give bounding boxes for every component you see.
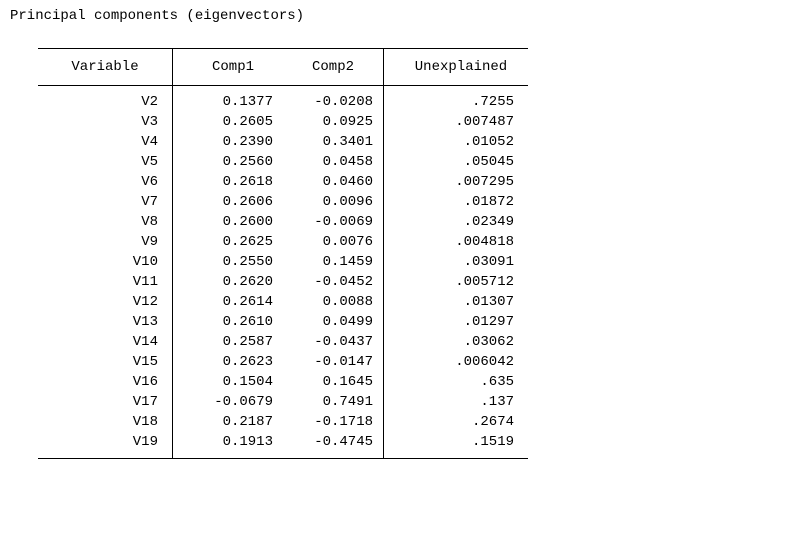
table-row: V130.26100.0499.01297 — [38, 312, 528, 332]
cell-comp1: 0.2587 — [173, 332, 284, 352]
cell-unexplained: .006042 — [384, 352, 529, 372]
col-header-comp2: Comp2 — [283, 49, 384, 86]
cell-comp2: 0.7491 — [283, 392, 384, 412]
cell-comp2: -0.0437 — [283, 332, 384, 352]
cell-unexplained: .005712 — [384, 272, 529, 292]
cell-comp1: 0.2600 — [173, 212, 284, 232]
cell-variable: V16 — [38, 372, 173, 392]
cell-variable: V15 — [38, 352, 173, 372]
cell-comp2: -0.0208 — [283, 86, 384, 113]
cell-comp1: 0.2614 — [173, 292, 284, 312]
table-body: V20.1377-0.0208.7255V30.26050.0925.00748… — [38, 86, 528, 459]
table-row: V80.2600-0.0069.02349 — [38, 212, 528, 232]
table-row: V90.26250.0076.004818 — [38, 232, 528, 252]
cell-unexplained: .007487 — [384, 112, 529, 132]
cell-comp1: 0.1913 — [173, 432, 284, 459]
col-header-comp1: Comp1 — [173, 49, 284, 86]
table-row: V20.1377-0.0208.7255 — [38, 86, 528, 113]
cell-variable: V9 — [38, 232, 173, 252]
cell-unexplained: .01297 — [384, 312, 529, 332]
cell-comp1: 0.2187 — [173, 412, 284, 432]
table-row: V40.23900.3401.01052 — [38, 132, 528, 152]
cell-comp1: 0.2550 — [173, 252, 284, 272]
cell-comp1: 0.2620 — [173, 272, 284, 292]
cell-comp2: 0.3401 — [283, 132, 384, 152]
cell-variable: V7 — [38, 192, 173, 212]
cell-comp2: 0.0499 — [283, 312, 384, 332]
cell-comp1: 0.2610 — [173, 312, 284, 332]
cell-comp2: -0.0452 — [283, 272, 384, 292]
cell-comp2: -0.0069 — [283, 212, 384, 232]
cell-comp1: 0.2560 — [173, 152, 284, 172]
table-row: V160.15040.1645.635 — [38, 372, 528, 392]
cell-comp2: 0.1645 — [283, 372, 384, 392]
cell-unexplained: .635 — [384, 372, 529, 392]
cell-unexplained: .03091 — [384, 252, 529, 272]
cell-variable: V18 — [38, 412, 173, 432]
table-row: V120.26140.0088.01307 — [38, 292, 528, 312]
table-row: V17-0.06790.7491.137 — [38, 392, 528, 412]
cell-variable: V10 — [38, 252, 173, 272]
cell-comp1: 0.2623 — [173, 352, 284, 372]
table-row: V100.25500.1459.03091 — [38, 252, 528, 272]
table-row: V110.2620-0.0452.005712 — [38, 272, 528, 292]
col-header-unexplained: Unexplained — [384, 49, 529, 86]
cell-variable: V13 — [38, 312, 173, 332]
table-row: V140.2587-0.0437.03062 — [38, 332, 528, 352]
col-header-variable: Variable — [38, 49, 173, 86]
table-row: V50.25600.0458.05045 — [38, 152, 528, 172]
cell-comp2: -0.1718 — [283, 412, 384, 432]
table-row: V190.1913-0.4745.1519 — [38, 432, 528, 459]
cell-comp2: 0.0096 — [283, 192, 384, 212]
cell-unexplained: .03062 — [384, 332, 529, 352]
cell-comp2: 0.1459 — [283, 252, 384, 272]
cell-comp1: 0.2390 — [173, 132, 284, 152]
cell-comp2: 0.0088 — [283, 292, 384, 312]
cell-variable: V4 — [38, 132, 173, 152]
cell-variable: V17 — [38, 392, 173, 412]
cell-comp2: 0.0458 — [283, 152, 384, 172]
cell-comp1: 0.1504 — [173, 372, 284, 392]
cell-comp1: 0.2618 — [173, 172, 284, 192]
cell-unexplained: .1519 — [384, 432, 529, 459]
cell-unexplained: .137 — [384, 392, 529, 412]
cell-unexplained: .01052 — [384, 132, 529, 152]
cell-comp2: 0.0076 — [283, 232, 384, 252]
cell-variable: V3 — [38, 112, 173, 132]
cell-variable: V11 — [38, 272, 173, 292]
page-title: Principal components (eigenvectors) — [10, 8, 781, 24]
table-row: V70.26060.0096.01872 — [38, 192, 528, 212]
table-header-row: Variable Comp1 Comp2 Unexplained — [38, 49, 528, 86]
cell-unexplained: .7255 — [384, 86, 529, 113]
cell-variable: V6 — [38, 172, 173, 192]
table-row: V30.26050.0925.007487 — [38, 112, 528, 132]
cell-variable: V14 — [38, 332, 173, 352]
pca-table: Variable Comp1 Comp2 Unexplained V20.137… — [38, 48, 528, 459]
cell-unexplained: .007295 — [384, 172, 529, 192]
cell-comp2: -0.4745 — [283, 432, 384, 459]
cell-comp2: 0.0460 — [283, 172, 384, 192]
cell-comp2: 0.0925 — [283, 112, 384, 132]
cell-comp1: -0.0679 — [173, 392, 284, 412]
cell-unexplained: .01307 — [384, 292, 529, 312]
cell-comp1: 0.2605 — [173, 112, 284, 132]
table-row: V180.2187-0.1718.2674 — [38, 412, 528, 432]
cell-variable: V12 — [38, 292, 173, 312]
cell-variable: V8 — [38, 212, 173, 232]
cell-variable: V2 — [38, 86, 173, 113]
table-row: V150.2623-0.0147.006042 — [38, 352, 528, 372]
cell-unexplained: .02349 — [384, 212, 529, 232]
cell-unexplained: .01872 — [384, 192, 529, 212]
cell-comp1: 0.1377 — [173, 86, 284, 113]
cell-unexplained: .05045 — [384, 152, 529, 172]
cell-unexplained: .2674 — [384, 412, 529, 432]
cell-comp1: 0.2625 — [173, 232, 284, 252]
cell-variable: V5 — [38, 152, 173, 172]
table-row: V60.26180.0460.007295 — [38, 172, 528, 192]
cell-comp1: 0.2606 — [173, 192, 284, 212]
cell-comp2: -0.0147 — [283, 352, 384, 372]
cell-variable: V19 — [38, 432, 173, 459]
cell-unexplained: .004818 — [384, 232, 529, 252]
